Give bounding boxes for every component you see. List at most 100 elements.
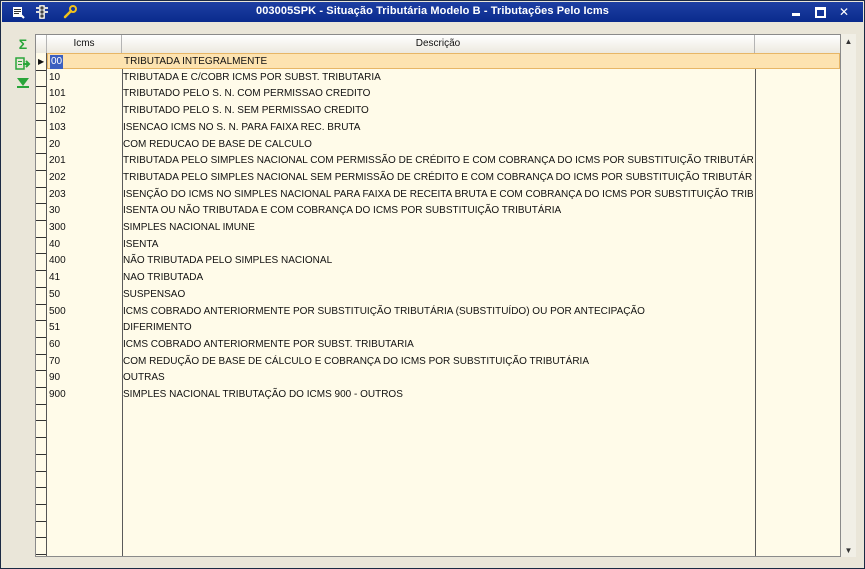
icms-cell[interactable]: 51 [49, 320, 119, 336]
descricao-cell[interactable]: TRIBUTADA INTEGRALMENTE [124, 54, 754, 70]
descricao-cell[interactable]: TRIBUTADA E C/COBR ICMS POR SUBST. TRIBU… [123, 70, 753, 86]
icms-cell[interactable]: 20 [49, 137, 119, 153]
column-header-icms[interactable]: Icms [47, 35, 122, 53]
maximize-icon [814, 6, 826, 18]
table-row[interactable]: 60 ICMS COBRADO ANTERIORMENTE POR SUBST. … [47, 337, 840, 353]
icms-code: 101 [49, 88, 66, 100]
descricao-cell[interactable]: COM REDUÇÃO DE BASE DE CÁLCULO E COBRANÇ… [123, 354, 753, 370]
row-indicator-separator [36, 253, 46, 255]
table-row[interactable]: 900 SIMPLES NACIONAL TRIBUTAÇÃO DO ICMS 9… [47, 387, 840, 403]
descricao-cell[interactable]: ICMS COBRADO ANTERIORMENTE POR SUBSTITUI… [123, 304, 753, 320]
icms-cell[interactable]: 102 [49, 103, 119, 119]
icms-cell[interactable]: 202 [49, 170, 119, 186]
side-toolbar: Σ [3, 23, 34, 563]
icms-code: 90 [49, 372, 61, 384]
column-header-descricao[interactable]: Descrição [122, 35, 755, 53]
expand-button[interactable] [14, 73, 32, 91]
icms-code: 51 [49, 322, 61, 334]
table-row[interactable]: 101 TRIBUTADO PELO S. N. COM PERMISSAO CR… [47, 86, 840, 102]
icms-code: 300 [49, 222, 66, 233]
icms-cell[interactable]: 00 [50, 54, 120, 70]
table-row[interactable]: 40 ISENTA [47, 237, 840, 253]
descricao-cell[interactable]: TRIBUTADA PELO SIMPLES NACIONAL SEM PERM… [123, 170, 753, 186]
icms-cell[interactable]: 60 [49, 337, 119, 353]
table-row[interactable]: 51 DIFERIMENTO [47, 320, 840, 336]
window-title: 003005SPK - Situação Tributária Modelo B… [255, 5, 609, 17]
descricao-cell[interactable]: SIMPLES NACIONAL IMUNE [123, 220, 753, 236]
icms-code: 201 [49, 155, 66, 167]
icms-cell[interactable]: 300 [49, 220, 119, 236]
minimize-button[interactable] [788, 5, 804, 19]
icms-cell[interactable]: 103 [49, 120, 119, 136]
table-row[interactable]: 70 COM REDUÇÃO DE BASE DE CÁLCULO E COBRA… [47, 354, 840, 370]
row-indicator-separator [36, 69, 46, 71]
descricao-cell[interactable]: SIMPLES NACIONAL TRIBUTAÇÃO DO ICMS 900 … [123, 387, 753, 403]
icms-cell[interactable]: 500 [49, 304, 119, 320]
row-indicator-separator [36, 220, 46, 221]
descricao-cell[interactable]: TRIBUTADO PELO S. N. COM PERMISSAO CREDI… [123, 86, 753, 102]
table-row[interactable]: 400 NÃO TRIBUTADA PELO SIMPLES NACIONAL [47, 253, 840, 269]
current-row-arrow-icon: ▶ [38, 57, 45, 66]
icms-cell[interactable]: 201 [49, 153, 119, 169]
table-row[interactable]: 20 COM REDUCAO DE BASE DE CALCULO [47, 137, 840, 153]
icms-cell[interactable]: 900 [49, 387, 119, 403]
export-button[interactable] [14, 55, 32, 73]
scroll-up-button[interactable]: ▲ [841, 34, 856, 48]
icms-grid[interactable]: Icms Descrição ▶ 00 TRIBUTADA INTEGRALMEN… [35, 34, 841, 557]
title-bar[interactable]: 003005SPK - Situação Tributária Modelo B… [2, 2, 863, 22]
table-row[interactable]: 30 ISENTA OU NÃO TRIBUTADA E COM COBRANÇA… [47, 203, 840, 219]
descricao-cell[interactable]: TRIBUTADO PELO S. N. SEM PERMISSAO CREDI… [123, 103, 753, 119]
descricao-cell[interactable]: TRIBUTADA PELO SIMPLES NACIONAL COM PERM… [123, 153, 753, 169]
icms-cell[interactable]: 10 [49, 70, 119, 86]
row-indicator-separator [36, 420, 46, 422]
icms-cell[interactable]: 30 [49, 203, 119, 219]
icms-cell[interactable]: 400 [49, 253, 119, 269]
table-row[interactable]: 300 SIMPLES NACIONAL IMUNE [47, 220, 840, 236]
icms-code: 400 [49, 255, 66, 267]
close-button[interactable]: ✕ [836, 5, 852, 19]
table-row[interactable]: 103 ISENCAO ICMS NO S. N. PARA FAIXA REC.… [47, 120, 840, 136]
sum-button[interactable]: Σ [14, 35, 32, 53]
scroll-down-icon: ▼ [844, 545, 853, 555]
row-indicator-separator [36, 537, 46, 539]
descricao-cell[interactable]: DIFERIMENTO [123, 320, 753, 336]
icms-cell[interactable]: 50 [49, 287, 119, 303]
table-row[interactable]: 41 NAO TRIBUTADA [47, 270, 840, 286]
table-row[interactable]: 00 TRIBUTADA INTEGRALMENTE [47, 53, 840, 69]
close-icon: ✕ [838, 5, 850, 19]
descricao-cell[interactable]: COM REDUCAO DE BASE DE CALCULO [123, 137, 753, 153]
descricao-cell[interactable]: ISENÇÃO DO ICMS NO SIMPLES NACIONAL PARA… [123, 187, 753, 203]
table-row[interactable]: 201 TRIBUTADA PELO SIMPLES NACIONAL COM P… [47, 153, 840, 169]
table-row[interactable]: 102 TRIBUTADO PELO S. N. SEM PERMISSAO CR… [47, 103, 840, 119]
icms-code: 102 [49, 105, 66, 117]
icms-cell[interactable]: 41 [49, 270, 119, 286]
descricao-cell[interactable]: OUTRAS [123, 370, 753, 386]
table-row[interactable]: 90 OUTRAS [47, 370, 840, 386]
icms-cell[interactable]: 70 [49, 354, 119, 370]
maximize-button[interactable] [812, 5, 828, 19]
icms-cell[interactable]: 101 [49, 86, 119, 102]
descricao-cell[interactable]: ISENCAO ICMS NO S. N. PARA FAIXA REC. BR… [123, 120, 753, 136]
table-row[interactable]: 50 SUSPENSAO [47, 287, 840, 303]
table-row[interactable]: 203 ISENÇÃO DO ICMS NO SIMPLES NACIONAL P… [47, 187, 840, 203]
descricao-cell[interactable]: ISENTA OU NÃO TRIBUTADA E COM COBRANÇA D… [123, 203, 753, 219]
scroll-down-button[interactable]: ▼ [841, 543, 856, 557]
vertical-scrollbar[interactable]: ▲ ▼ [841, 34, 856, 557]
icms-cell[interactable]: 40 [49, 237, 119, 253]
descricao-cell[interactable]: NAO TRIBUTADA [123, 270, 753, 286]
row-indicator-separator [36, 186, 46, 188]
descricao-cell[interactable]: NÃO TRIBUTADA PELO SIMPLES NACIONAL [123, 253, 753, 269]
icms-cell[interactable]: 203 [49, 187, 119, 203]
sigma-icon: Σ [18, 36, 28, 52]
table-row[interactable]: 500 ICMS COBRADO ANTERIORMENTE POR SUBSTI… [47, 304, 840, 320]
table-row[interactable]: 202 TRIBUTADA PELO SIMPLES NACIONAL SEM P… [47, 170, 840, 186]
row-indicator-separator [36, 370, 46, 372]
icms-cell[interactable]: 90 [49, 370, 119, 386]
row-indicator-separator [36, 437, 46, 439]
table-row[interactable]: 10 TRIBUTADA E C/COBR ICMS POR SUBST. TRI… [47, 70, 840, 86]
row-indicator-separator [36, 119, 46, 121]
descricao-cell[interactable]: ISENTA [123, 237, 753, 253]
descricao-cell[interactable]: ICMS COBRADO ANTERIORMENTE POR SUBST. TR… [123, 337, 753, 353]
icms-code: 203 [49, 188, 66, 200]
descricao-cell[interactable]: SUSPENSAO [123, 287, 753, 303]
